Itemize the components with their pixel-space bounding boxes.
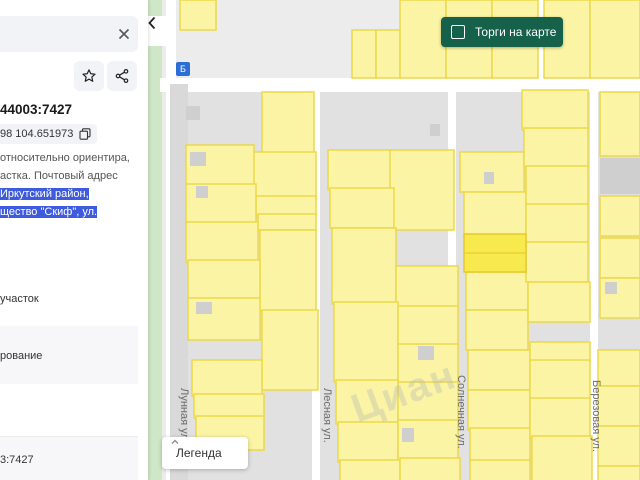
street-label-berezovaya: Березовая ул.	[590, 380, 602, 452]
desc-line-1: относительно ориентира,	[0, 152, 130, 164]
copy-icon[interactable]	[79, 128, 91, 140]
bus-stop-icon[interactable]: Б	[176, 62, 190, 76]
coordinates-chip: 98 104.651973	[0, 124, 98, 144]
share-button[interactable]	[107, 61, 137, 91]
share-icon	[115, 69, 129, 83]
land-category-value: участок	[0, 293, 39, 305]
info-panel: 44003:7427 98 104.651973 относительно ор…	[0, 0, 148, 480]
address-description: относительно ориентира, астка. Почтовый …	[0, 149, 148, 221]
cadastral-number-title: 44003:7427	[0, 102, 73, 117]
auction-on-map-label: Торги на карте	[475, 25, 557, 39]
desc-line-2: астка. Почтовый адрес	[0, 170, 118, 182]
chevron-up-icon	[171, 439, 179, 444]
street-label-solnechnaya: Солнечная ул.	[455, 375, 467, 449]
street-label-lesnaya: Лесная ул.	[321, 388, 333, 443]
star-icon	[82, 69, 96, 82]
chevron-left-icon	[148, 16, 156, 30]
auction-on-map-toggle[interactable]: Торги на карте	[441, 17, 563, 47]
favorite-button[interactable]	[74, 61, 104, 91]
collapse-panel-button[interactable]	[147, 16, 169, 46]
checkbox-icon	[451, 25, 465, 39]
close-icon[interactable]	[116, 26, 132, 42]
desc-line-3-selected: Иркутский район,	[0, 188, 89, 200]
desc-line-4-selected: щество "Скиф", ул.	[0, 206, 98, 218]
coordinates-text: 98 104.651973	[0, 128, 74, 140]
legend-button[interactable]: Легенда	[162, 437, 248, 469]
legend-label: Легенда	[176, 446, 222, 460]
street-label-lunnaya: Лунная ул.	[178, 388, 190, 443]
usage-value: рование	[0, 350, 43, 362]
bottom-cadastral-number: 3:7427	[0, 454, 34, 466]
